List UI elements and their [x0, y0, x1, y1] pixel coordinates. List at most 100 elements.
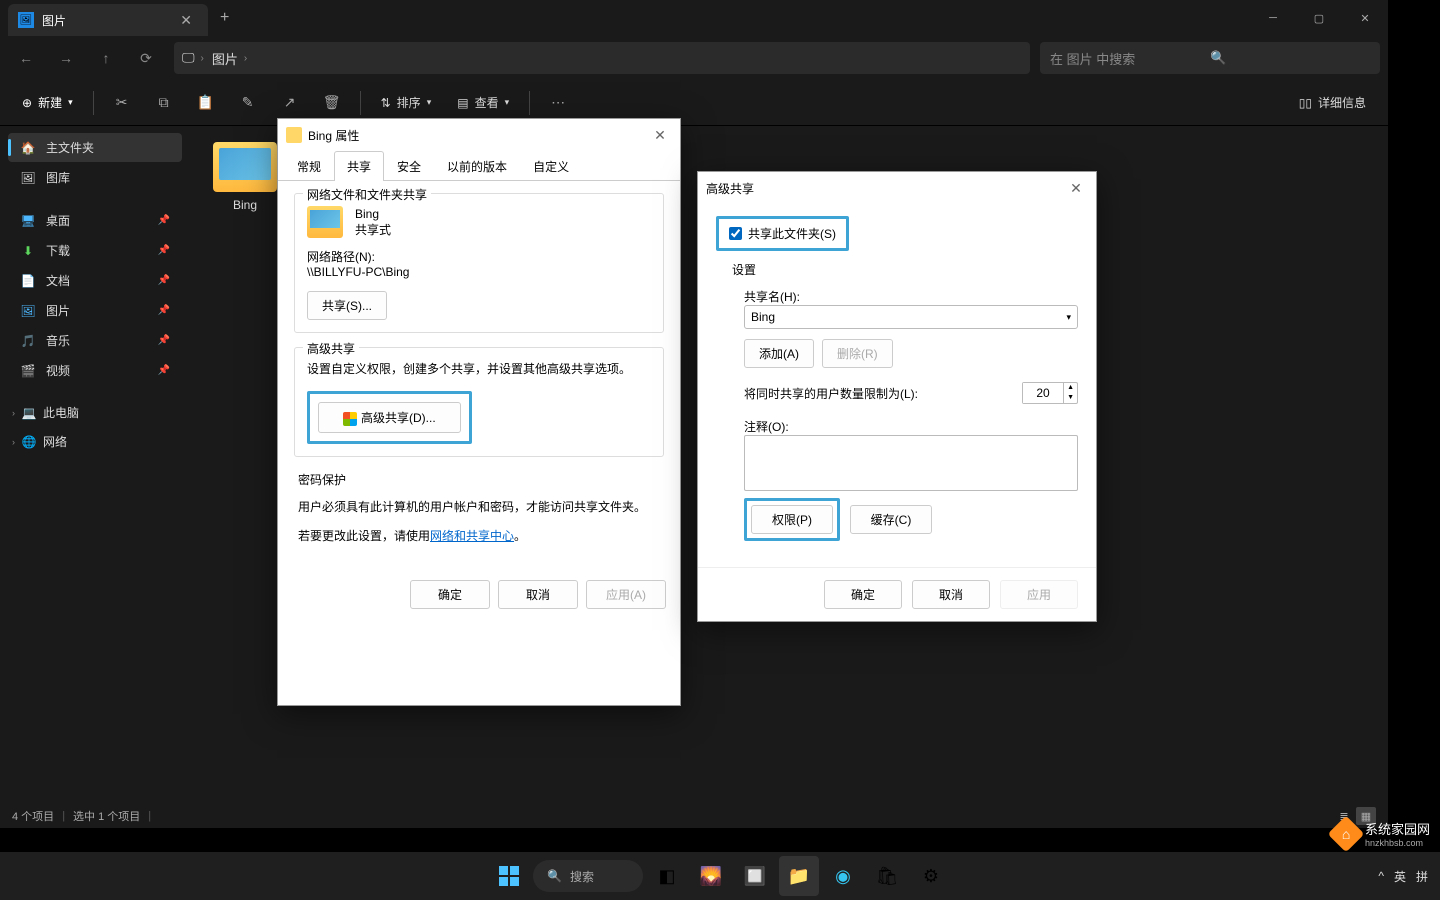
tab-sharing[interactable]: 共享	[334, 151, 384, 181]
taskbar-store[interactable]: 🛍	[867, 856, 907, 896]
spin-down-icon[interactable]: ▼	[1064, 393, 1077, 403]
password-text1: 用户必须具有此计算机的用户帐户和密码，才能访问共享文件夹。	[298, 498, 660, 515]
search-label: 搜索	[570, 868, 594, 885]
dialog-titlebar: 高级共享 ✕	[698, 172, 1096, 204]
sidebar-item-pictures[interactable]: 🖼图片📌	[8, 296, 182, 325]
sort-icon: ⇅	[381, 96, 391, 110]
tab-security[interactable]: 安全	[384, 151, 434, 181]
share-name-combo[interactable]: Bing ▾	[744, 305, 1078, 329]
watermark: ⌂ 系统家园网 hnzkhbsb.com	[1333, 819, 1430, 848]
monitor-icon: 🖵	[182, 50, 195, 66]
network-center-link[interactable]: 网络和共享中心	[430, 529, 514, 543]
sort-button[interactable]: ⇅ 排序 ▾	[371, 88, 442, 117]
network-share-group: 网络文件和文件夹共享 Bing 共享式 网络路径(N): \\BILLYFU-P…	[294, 193, 664, 333]
up-button[interactable]: ↑	[88, 40, 124, 76]
breadcrumb-seg[interactable]: 图片	[212, 49, 238, 68]
delete-button[interactable]: 🗑	[314, 85, 350, 121]
close-icon[interactable]: ✕	[648, 123, 672, 147]
remove-button[interactable]: 删除(R)	[822, 339, 893, 368]
add-button[interactable]: 添加(A)	[744, 339, 814, 368]
advanced-description: 设置自定义权限，创建多个共享，并设置其他高级共享选项。	[307, 360, 651, 377]
ok-button[interactable]: 确定	[824, 580, 902, 609]
new-button[interactable]: ⊕ 新建 ▾	[12, 88, 83, 117]
task-view-button[interactable]: ◧	[647, 856, 687, 896]
tab-pictures[interactable]: 🖼 图片 ✕	[8, 4, 208, 36]
ime-indicator-1[interactable]: 英	[1394, 868, 1406, 885]
share-folder-checkbox[interactable]	[729, 227, 742, 240]
taskbar-app-1[interactable]: 🌄	[691, 856, 731, 896]
taskbar-edge[interactable]: ◉	[823, 856, 863, 896]
ime-indicator-2[interactable]: 拼	[1416, 868, 1428, 885]
details-pane-button[interactable]: ▯▯ 详细信息	[1289, 88, 1376, 117]
maximize-button[interactable]: ▢	[1296, 0, 1342, 36]
view-button[interactable]: ▤ 查看 ▾	[447, 88, 519, 117]
tab-customize[interactable]: 自定义	[520, 151, 582, 181]
sidebar-item-gallery[interactable]: 🖼图库	[8, 163, 182, 192]
spin-up-icon[interactable]: ▲	[1064, 383, 1077, 393]
sidebar-item-music[interactable]: 🎵音乐📌	[8, 326, 182, 355]
close-icon[interactable]: ✕	[1064, 176, 1088, 200]
close-window-button[interactable]: ✕	[1342, 0, 1388, 36]
search-input[interactable]: 在 图片 中搜索 🔍	[1040, 42, 1380, 74]
home-icon: 🏠	[20, 140, 36, 156]
apply-button[interactable]: 应用	[1000, 580, 1078, 609]
shield-icon	[343, 412, 357, 426]
apply-button[interactable]: 应用(A)	[586, 580, 666, 609]
cut-button[interactable]: ✂	[104, 85, 140, 121]
advanced-share-button[interactable]: 高级共享(D)...	[318, 402, 461, 433]
share-folder-label: 共享此文件夹(S)	[748, 225, 836, 242]
sidebar-item-network[interactable]: ›🌐网络	[4, 427, 186, 456]
breadcrumb[interactable]: 🖵› 图片›	[174, 42, 1030, 74]
sidebar-item-desktop[interactable]: 🖥桌面📌	[8, 206, 182, 235]
comment-textarea[interactable]	[744, 435, 1078, 491]
toolbar: ⊕ 新建 ▾ ✂ ⧉ 📋 ✎ ↗ 🗑 ⇅ 排序 ▾ ▤ 查看 ▾ ⋯ ▯▯ 详细…	[0, 80, 1388, 126]
separator: |	[148, 810, 151, 822]
paste-button[interactable]: 📋	[188, 85, 224, 121]
tray-chevron-icon[interactable]: ^	[1378, 869, 1384, 883]
network-path-value: \\BILLYFU-PC\Bing	[307, 265, 651, 279]
share-button[interactable]: ↗	[272, 85, 308, 121]
ok-button[interactable]: 确定	[410, 580, 490, 609]
share-mode: 共享式	[355, 221, 391, 238]
taskbar-search[interactable]: 🔍 搜索	[533, 860, 643, 892]
taskbar-explorer[interactable]: 📁	[779, 856, 819, 896]
limit-input[interactable]	[1023, 383, 1063, 403]
more-button[interactable]: ⋯	[540, 85, 576, 121]
sidebar-label: 图片	[46, 302, 70, 319]
chevron-right-icon: ›	[12, 408, 15, 418]
copy-button[interactable]: ⧉	[146, 85, 182, 121]
cancel-button[interactable]: 取消	[912, 580, 990, 609]
status-bar: 4 个项目 | 选中 1 个项目 | ≣ ▦	[0, 804, 1388, 828]
gallery-icon: 🖼	[20, 170, 36, 186]
start-button[interactable]	[489, 856, 529, 896]
properties-dialog: Bing 属性 ✕ 常规 共享 安全 以前的版本 自定义 网络文件和文件夹共享 …	[277, 118, 681, 706]
tab-general[interactable]: 常规	[284, 151, 334, 181]
taskbar-app-2[interactable]: 🔲	[735, 856, 775, 896]
tab-previous-versions[interactable]: 以前的版本	[434, 151, 520, 181]
sidebar-item-documents[interactable]: 📄文档📌	[8, 266, 182, 295]
selection-count: 选中 1 个项目	[73, 808, 140, 824]
add-tab-button[interactable]: +	[208, 1, 241, 35]
sidebar-item-videos[interactable]: 🎬视频📌	[8, 356, 182, 385]
music-icon: 🎵	[20, 333, 36, 349]
watermark-logo-icon: ⌂	[1328, 815, 1365, 852]
sidebar-item-home[interactable]: 🏠主文件夹	[8, 133, 182, 162]
cache-button[interactable]: 缓存(C)	[850, 505, 932, 534]
sidebar-item-thispc[interactable]: ›💻此电脑	[4, 398, 186, 427]
forward-button[interactable]: →	[48, 40, 84, 76]
rename-button[interactable]: ✎	[230, 85, 266, 121]
advanced-sharing-dialog: 高级共享 ✕ 共享此文件夹(S) 设置 共享名(H): Bing ▾ 添加(A)…	[697, 171, 1097, 622]
share-button[interactable]: 共享(S)...	[307, 291, 387, 320]
group-title: 网络文件和文件夹共享	[303, 186, 431, 203]
sort-label: 排序	[397, 94, 421, 111]
cancel-button[interactable]: 取消	[498, 580, 578, 609]
taskbar-settings[interactable]: ⚙	[911, 856, 951, 896]
close-tab-icon[interactable]: ✕	[174, 10, 198, 31]
limit-spinner[interactable]: ▲ ▼	[1022, 382, 1078, 404]
permissions-button[interactable]: 权限(P)	[751, 505, 833, 534]
window-titlebar: 🖼 图片 ✕ + ─ ▢ ✕	[0, 0, 1388, 36]
sidebar-item-downloads[interactable]: ⬇下载📌	[8, 236, 182, 265]
minimize-button[interactable]: ─	[1250, 0, 1296, 36]
refresh-button[interactable]: ⟳	[128, 40, 164, 76]
back-button[interactable]: ←	[8, 40, 44, 76]
